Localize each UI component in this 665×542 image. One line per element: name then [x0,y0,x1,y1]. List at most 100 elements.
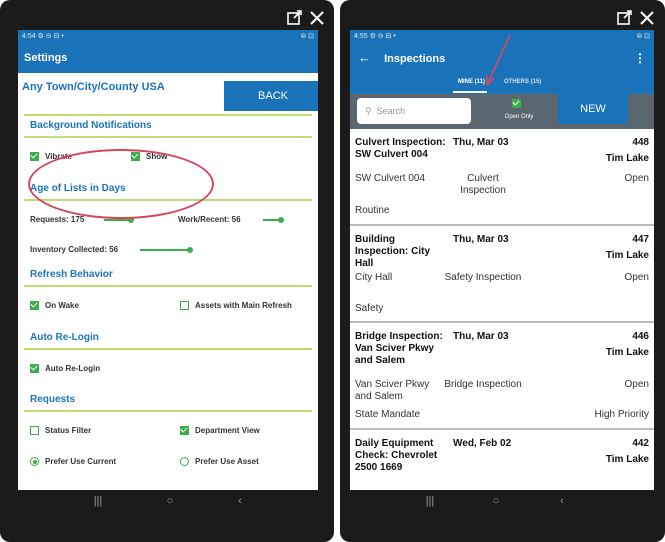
item-type: Culvert Inspection [460,173,506,196]
divider [24,285,312,287]
inspections-device: 4:55 ⚙ ⊝ ⊟ • ⊜ ⊡ ← Inspections ⋮ MINE (1… [340,0,665,542]
open-only-label: Open Only [504,114,534,120]
inspection-list: Culvert Inspection: SW Culvert 004 Thu, … [350,129,654,490]
inventory-slider[interactable] [140,247,193,253]
auto-relogin-checkbox[interactable]: Auto Re-Login [30,364,100,373]
list-item[interactable]: Daily Equipment Check: Chevrolet 2500 16… [350,430,654,490]
status-bar: 4:54 ⚙ ⊝ ⊟ • ⊜ ⊡ [18,30,318,43]
back-button[interactable]: BACK [224,81,318,111]
auto-relogin-label: Auto Re-Login [45,364,101,373]
checkbox-unchecked-icon [30,426,39,435]
annotation-ellipse [28,149,214,219]
item-date: Thu, Mar 03 [453,234,509,245]
inventory-age: Inventory Collected: 56 [30,245,118,254]
work-recent-slider[interactable] [263,217,284,223]
town-label: Any Town/City/County USA [22,81,165,93]
home-icon[interactable]: ○ [160,495,180,507]
checkbox-checked-icon [30,364,39,373]
item-inspector: Tim Lake [605,153,649,164]
close-icon[interactable] [638,9,656,27]
divider [24,348,312,350]
item-category: State Mandate [355,409,421,420]
status-time: 4:55 [354,33,368,40]
back-nav-icon[interactable]: ‹ [552,495,572,507]
settings-device: 4:54 ⚙ ⊝ ⊟ • ⊜ ⊡ Settings Any Town/City/… [0,0,334,542]
recents-icon[interactable]: ||| [88,495,108,507]
divider [24,136,312,138]
slider-knob[interactable] [187,247,193,253]
close-icon[interactable] [308,9,326,27]
settings-appbar: Settings [18,43,318,73]
item-date: Thu, Mar 03 [453,137,509,148]
prefer-asset-radio[interactable]: Prefer Use Asset [180,457,259,466]
recents-icon[interactable]: ||| [420,495,440,507]
section-refresh-behavior: Refresh Behavior [30,269,113,280]
item-status: Open [624,173,649,184]
section-background-notifications: Background Notifications [30,120,152,131]
search-placeholder: Search [376,106,406,116]
radio-selected-icon [30,457,39,466]
inventory-label: Inventory Collected: [30,245,107,254]
department-view-checkbox[interactable]: Department View [180,426,260,435]
status-right-icons: ⊜ ⊡ [300,33,314,40]
checkbox-checked-icon [30,301,39,310]
back-arrow-icon[interactable]: ← [358,50,371,65]
popout-icon[interactable] [286,9,304,27]
item-title: Bridge Inspection: Van Sciver Pkwy and S… [355,331,443,366]
status-filter-checkbox[interactable]: Status Filter [30,426,91,435]
android-nav-bar: ||| ○ ‹ [350,490,654,516]
item-inspector: Tim Lake [605,250,649,261]
item-inspector: Tim Lake [605,347,649,358]
status-icons: ⚙ ⊝ ⊟ • [37,33,64,40]
prefer-current-label: Prefer Use Current [45,457,117,466]
list-item[interactable]: Culvert Inspection: SW Culvert 004 Thu, … [350,129,654,226]
requests-age-label: Requests: [30,215,69,224]
assets-refresh-label: Assets with Main Refresh [195,301,292,310]
on-wake-checkbox[interactable]: On Wake [30,301,79,310]
status-right-icons: ⊜ ⊡ [636,33,650,40]
work-recent-value: 56 [231,215,241,224]
status-icons: ⚙ ⊝ ⊟ • [369,33,396,40]
item-number: 448 [632,137,649,148]
new-button[interactable]: NEW [558,94,628,124]
item-category: Safety [355,303,384,314]
requests-age-slider[interactable] [104,217,134,223]
more-menu-icon[interactable]: ⋮ [634,43,646,73]
divider [24,410,312,412]
prefer-current-radio[interactable]: Prefer Use Current [30,457,116,466]
popout-icon[interactable] [616,9,634,27]
slider-knob[interactable] [278,217,284,223]
android-nav-bar: ||| ○ ‹ [18,490,318,516]
active-tab-indicator [453,91,487,93]
item-status: Open [624,379,649,390]
item-category: Routine [355,205,390,216]
item-title: Culvert Inspection: SW Culvert 004 [355,137,446,160]
item-number: 442 [632,438,649,449]
home-icon[interactable]: ○ [486,495,506,507]
item-number: 446 [632,331,649,342]
requests-age: Requests: 175 [30,215,84,224]
work-recent-label: Work/Recent: [178,215,230,224]
item-number: 447 [632,234,649,245]
assets-refresh-checkbox[interactable]: Assets with Main Refresh [180,301,292,310]
requests-age-value: 175 [70,215,85,224]
list-item[interactable]: Building Inspection: City Hall Thu, Mar … [350,226,654,323]
item-inspector: Tim Lake [605,454,649,465]
item-location: City Hall [355,272,393,283]
search-row: ⚲ Search Open Only NEW [350,94,654,129]
checkbox-unchecked-icon [180,301,189,310]
item-location: SW Culvert 004 [355,173,426,184]
divider [24,114,312,116]
open-only-checkbox[interactable] [512,99,521,108]
page-title: Inspections [384,53,446,65]
search-input[interactable]: ⚲ Search [357,98,471,124]
list-item[interactable]: Bridge Inspection: Van Sciver Pkwy and S… [350,323,654,430]
item-priority: High Priority [594,409,649,420]
item-status: Open [624,272,649,283]
back-nav-icon[interactable]: ‹ [230,495,250,507]
inspections-screen: 4:55 ⚙ ⊝ ⊟ • ⊜ ⊡ ← Inspections ⋮ MINE (1… [350,30,654,516]
settings-screen: 4:54 ⚙ ⊝ ⊟ • ⊜ ⊡ Settings Any Town/City/… [18,30,318,516]
prefer-asset-label: Prefer Use Asset [195,457,259,466]
status-time: 4:54 [22,33,36,40]
department-view-label: Department View [195,426,260,435]
